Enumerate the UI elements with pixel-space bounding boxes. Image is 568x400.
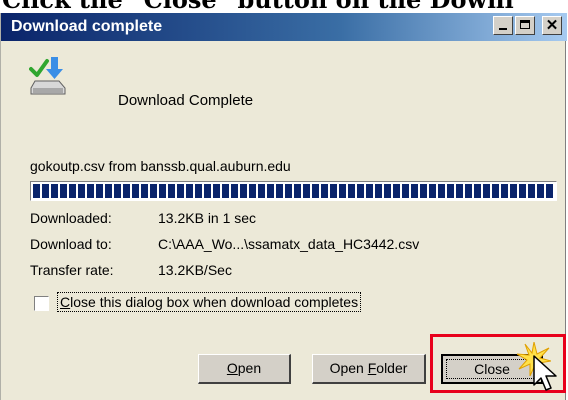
maximize-button[interactable] xyxy=(515,16,535,35)
download-complete-heading: Download Complete xyxy=(118,92,254,109)
mouse-cursor-icon xyxy=(533,355,557,391)
open-button[interactable]: Open xyxy=(198,354,291,384)
dialog-title: Download complete xyxy=(11,18,163,35)
download-complete-icon xyxy=(29,57,66,95)
transfer-rate-label: Transfer rate: xyxy=(30,262,114,278)
close-icon: ✕ xyxy=(545,17,559,34)
title-close-button[interactable]: ✕ xyxy=(542,16,562,35)
instruction-caption: Click the "Close" button on the Downl xyxy=(0,0,568,13)
downloaded-value: 13.2KB in 1 sec xyxy=(158,210,257,226)
open-folder-accel: F xyxy=(367,360,377,376)
open-folder-button[interactable]: Open Folder xyxy=(312,354,426,384)
auto-close-label[interactable]: Close this dialog box when download comp… xyxy=(56,292,362,312)
source-file-label: gokoutp.csv from banssb.qual.auburn.edu xyxy=(30,158,291,174)
auto-close-checkbox[interactable] xyxy=(34,296,49,311)
downloaded-label: Downloaded: xyxy=(30,210,112,226)
minimize-button[interactable] xyxy=(493,16,513,35)
download-to-value: C:\AAA_Wo...\ssamatx_data_HC3442.csv xyxy=(158,236,420,252)
auto-close-accel: C xyxy=(60,294,71,310)
minimize-icon xyxy=(499,28,507,30)
maximize-icon xyxy=(520,20,530,29)
open-text: pen xyxy=(237,360,262,376)
open-accel: O xyxy=(226,360,238,376)
transfer-rate-value: 13.2KB/Sec xyxy=(158,262,232,278)
download-to-label: Download to: xyxy=(30,236,112,252)
download-progress-bar xyxy=(30,181,557,201)
title-bar[interactable]: Download complete ✕ xyxy=(1,13,567,41)
open-folder-prefix: Open xyxy=(329,360,368,376)
open-folder-text: older xyxy=(376,360,408,376)
progress-fill xyxy=(33,184,554,198)
auto-close-text: lose this dialog box when download compl… xyxy=(70,294,359,310)
